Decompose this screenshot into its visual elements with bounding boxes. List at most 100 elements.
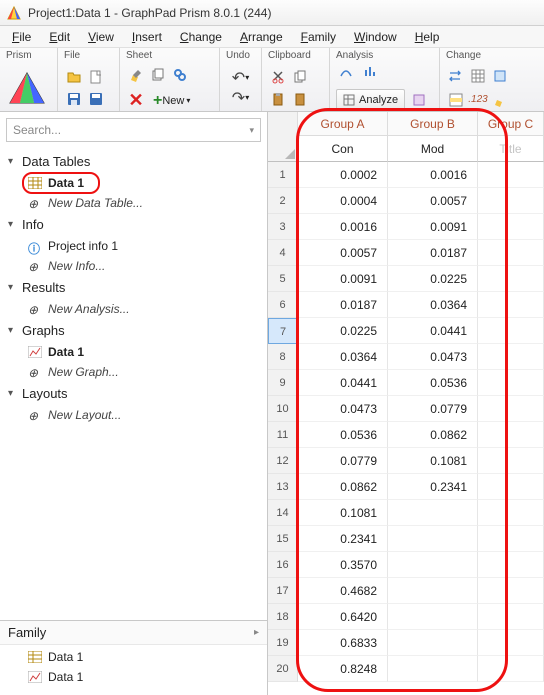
section-info[interactable]: ▾Info [0,213,267,236]
cell[interactable]: 0.3570 [298,552,388,578]
cell[interactable] [478,214,544,240]
cell[interactable] [478,370,544,396]
family-item-table[interactable]: Data 1 [0,647,267,667]
file-save-button[interactable] [64,89,84,109]
row-header[interactable]: 9 [268,370,298,396]
cell[interactable] [478,656,544,682]
menu-insert[interactable]: Insert [124,28,170,46]
row-header[interactable]: 3 [268,214,298,240]
sheet-delete-button[interactable]: ✕ [126,91,146,111]
col-label-b[interactable]: Mod [388,136,478,162]
col-group-b[interactable]: Group B [388,112,478,136]
analysis-stats-button[interactable] [360,61,380,81]
cell[interactable]: 0.2341 [298,526,388,552]
table-row[interactable]: 120.07790.1081 [268,448,544,474]
change-swap-button[interactable] [446,66,466,86]
file-new-button[interactable] [86,67,106,87]
cell[interactable]: 0.1081 [388,448,478,474]
change-grid-button[interactable] [468,66,488,86]
col-group-c[interactable]: Group C [478,112,544,136]
menu-window[interactable]: Window [346,28,405,46]
sheet-edit-button[interactable] [126,65,146,85]
cell[interactable]: 0.0364 [298,344,388,370]
cell[interactable]: 0.1081 [298,500,388,526]
cell[interactable]: 0.0473 [388,344,478,370]
menu-help[interactable]: Help [407,28,448,46]
col-label-c[interactable]: Title [478,136,544,162]
cell[interactable]: 0.0862 [298,474,388,500]
cell[interactable] [478,292,544,318]
cell[interactable]: 0.0779 [388,396,478,422]
change-cell-button[interactable] [490,66,510,86]
cell[interactable] [478,474,544,500]
row-header[interactable]: 8 [268,344,298,370]
table-row[interactable]: 70.02250.0441 [268,318,544,344]
cell[interactable]: 0.0016 [388,162,478,188]
sheet-dup-button[interactable] [148,65,168,85]
row-header[interactable]: 6 [268,292,298,318]
table-row[interactable]: 40.00570.0187 [268,240,544,266]
table-row[interactable]: 150.2341 [268,526,544,552]
row-header[interactable]: 14 [268,500,298,526]
row-header[interactable]: 15 [268,526,298,552]
row-header[interactable]: 20 [268,656,298,682]
nav-data1[interactable]: Data 1 [0,173,267,193]
nav-new-graph[interactable]: ⊕New Graph... [0,362,267,382]
cell[interactable]: 0.0536 [388,370,478,396]
cell[interactable]: 0.0004 [298,188,388,214]
cell[interactable] [388,500,478,526]
table-row[interactable]: 80.03640.0473 [268,344,544,370]
cell[interactable]: 0.0364 [388,292,478,318]
cell[interactable] [478,500,544,526]
cell[interactable] [478,188,544,214]
cell[interactable]: 0.6833 [298,630,388,656]
cell[interactable]: 0.0779 [298,448,388,474]
table-row[interactable]: 90.04410.0536 [268,370,544,396]
cell[interactable]: 0.6420 [298,604,388,630]
file-open-button[interactable] [64,67,84,87]
cut-button[interactable] [268,67,288,87]
change-format-button[interactable] [490,90,510,110]
cell[interactable]: 0.2341 [388,474,478,500]
table-row[interactable]: 110.05360.0862 [268,422,544,448]
cell[interactable] [478,162,544,188]
cell[interactable] [478,604,544,630]
sheet-link-button[interactable] [170,65,190,85]
cell[interactable]: 0.0225 [298,318,388,344]
cell[interactable] [388,552,478,578]
menu-family[interactable]: Family [293,28,344,46]
cell[interactable]: 0.0057 [388,188,478,214]
change-highlight-button[interactable] [446,90,466,110]
menu-arrange[interactable]: Arrange [232,28,291,46]
cell[interactable]: 0.0187 [298,292,388,318]
copy-button[interactable] [290,67,310,87]
table-row[interactable]: 20.00040.0057 [268,188,544,214]
col-group-a[interactable]: Group A [298,112,388,136]
row-header[interactable]: 18 [268,604,298,630]
menu-view[interactable]: View [80,28,122,46]
cell[interactable]: 0.0441 [298,370,388,396]
nav-new-layout[interactable]: ⊕New Layout... [0,405,267,425]
family-item-graph[interactable]: Data 1 [0,667,267,687]
cell[interactable]: 0.0057 [298,240,388,266]
change-decimal-button[interactable]: .123 [468,90,488,110]
cell[interactable]: 0.0016 [298,214,388,240]
cell[interactable] [478,396,544,422]
nav-project-info[interactable]: ⓘProject info 1 [0,236,267,256]
table-row[interactable]: 100.04730.0779 [268,396,544,422]
analysis-extra1-button[interactable] [409,90,429,110]
col-label-a[interactable]: Con [298,136,388,162]
table-row[interactable]: 200.8248 [268,656,544,682]
cell[interactable] [478,240,544,266]
cell[interactable] [478,630,544,656]
family-header[interactable]: Family▸ [0,620,267,645]
nav-new-analysis[interactable]: ⊕New Analysis... [0,299,267,319]
search-input[interactable]: Search... ▾ [6,118,261,142]
menu-edit[interactable]: Edit [41,28,78,46]
table-row[interactable]: 50.00910.0225 [268,266,544,292]
row-header[interactable]: 10 [268,396,298,422]
cell[interactable]: 0.0473 [298,396,388,422]
menu-file[interactable]: File [4,28,39,46]
table-row[interactable]: 140.1081 [268,500,544,526]
table-row[interactable]: 130.08620.2341 [268,474,544,500]
